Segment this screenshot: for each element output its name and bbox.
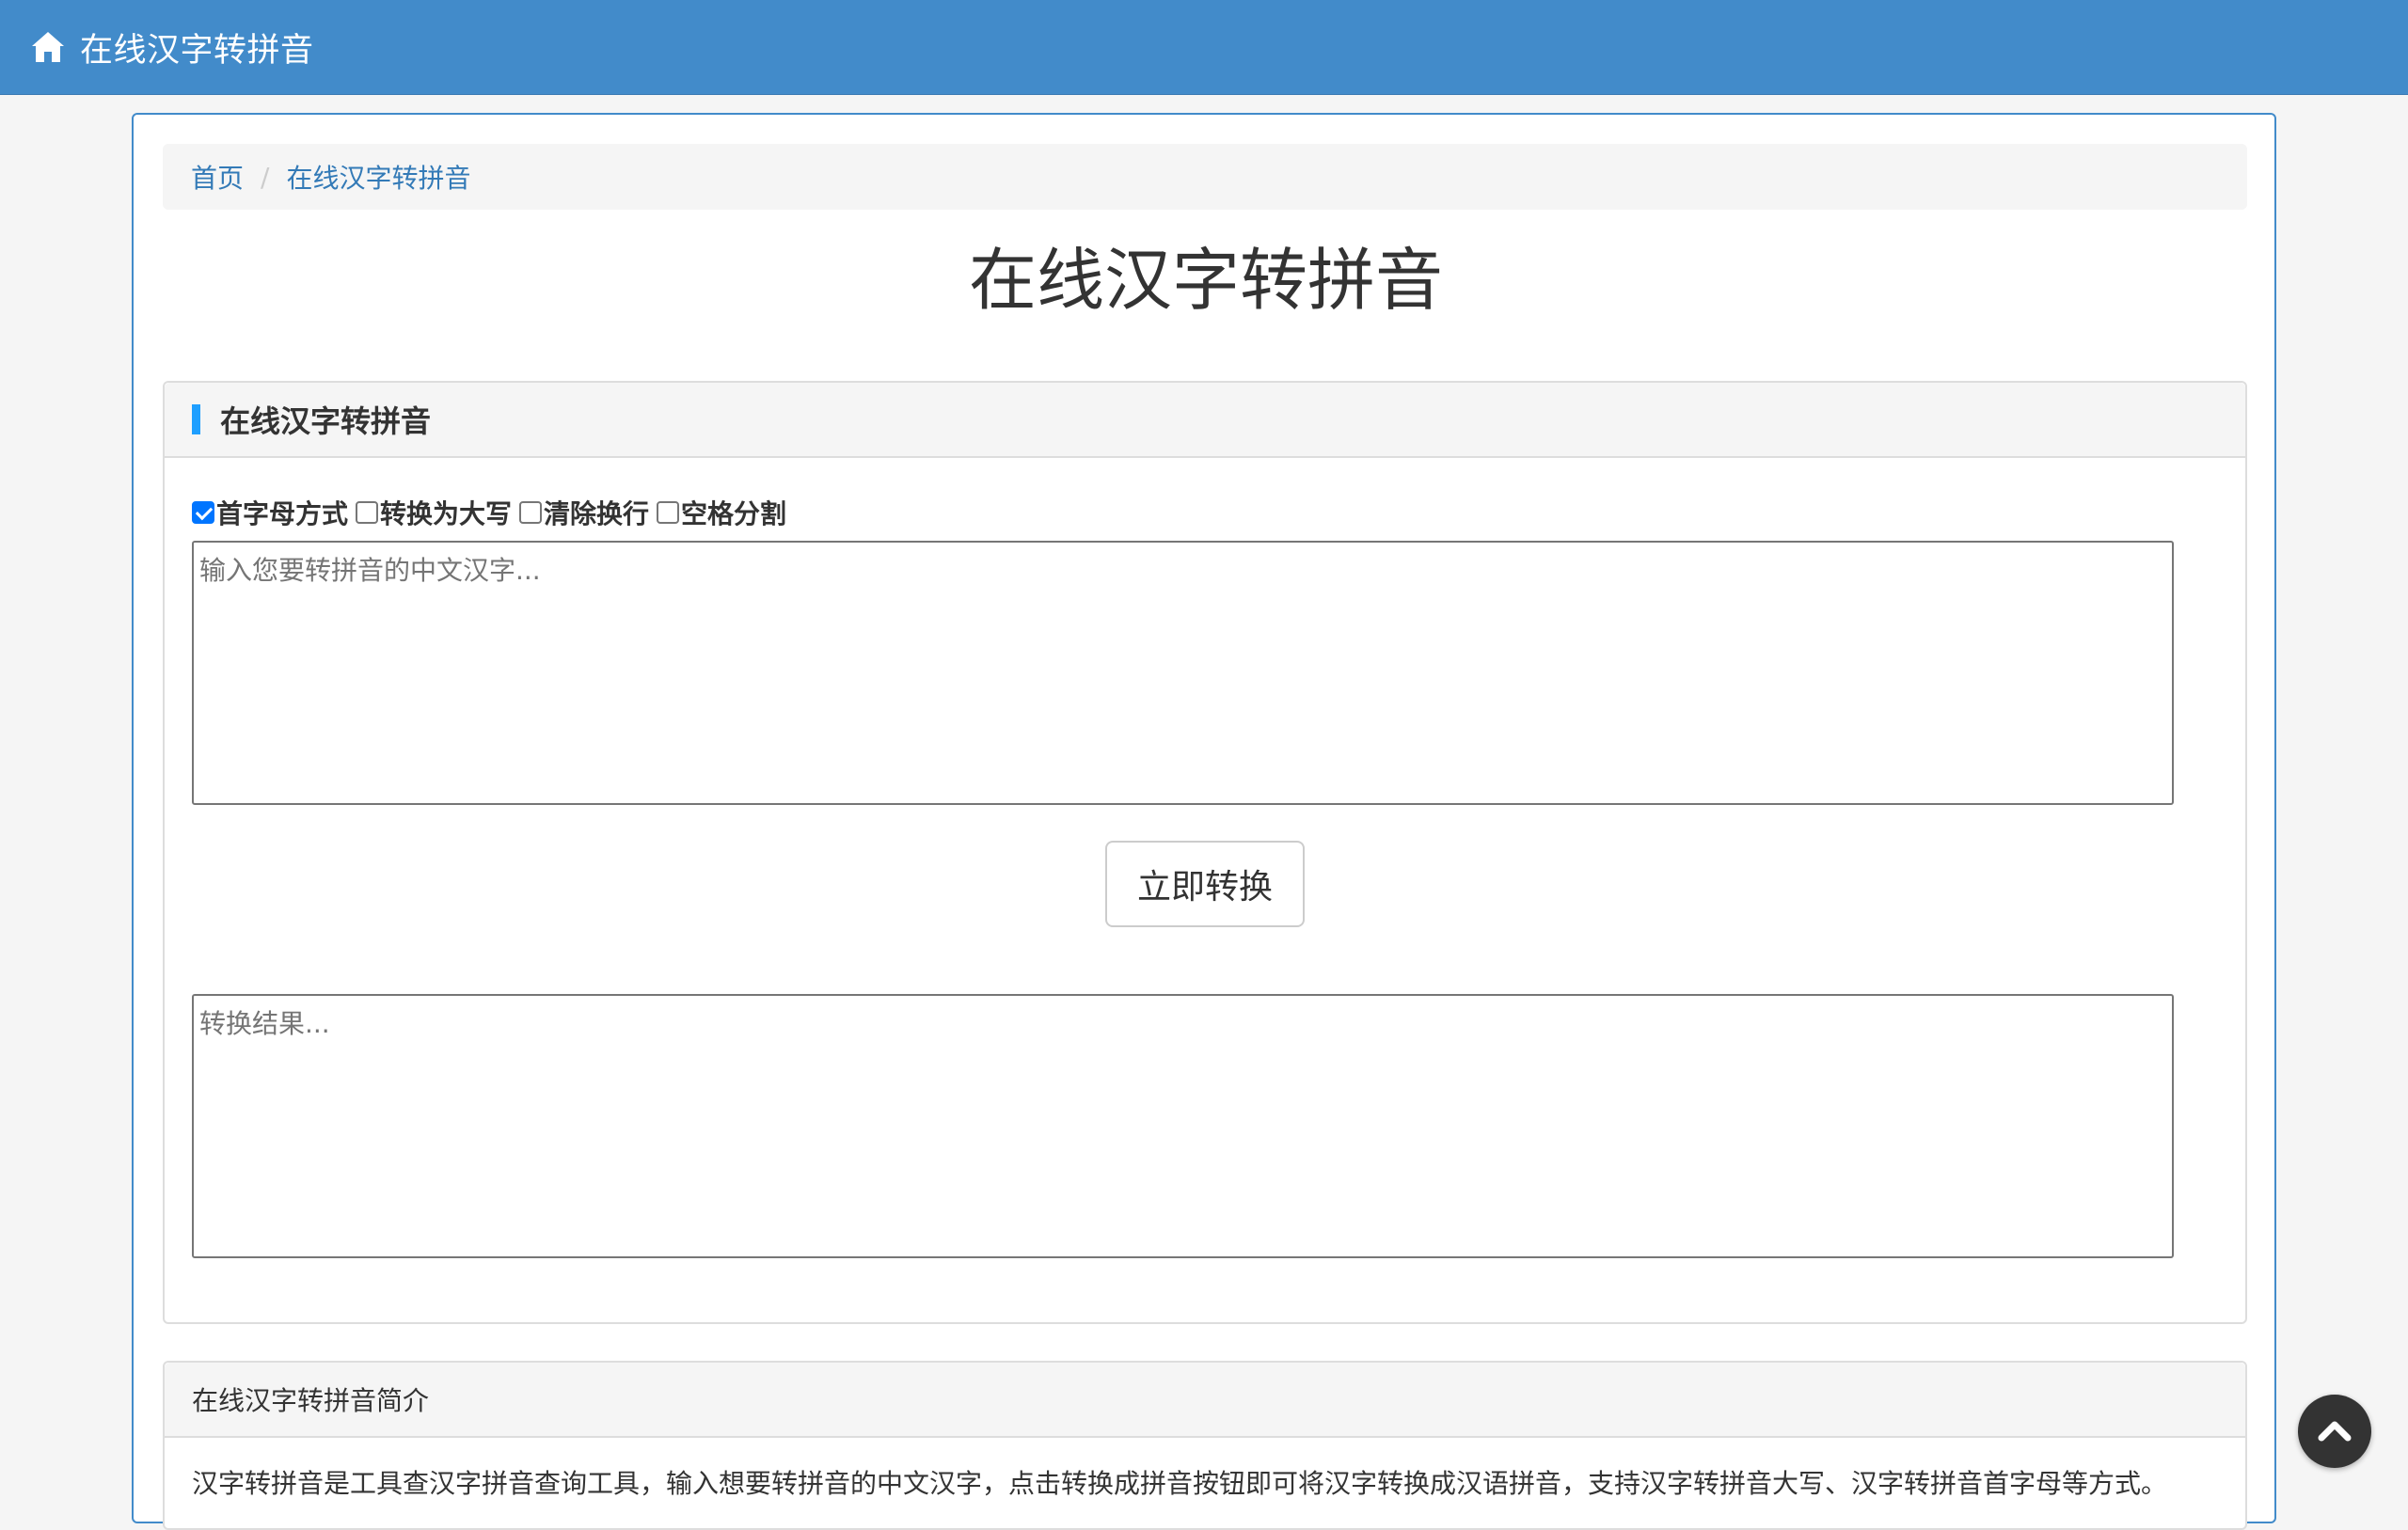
- option-initials[interactable]: 首字母方式: [192, 494, 348, 531]
- page-title: 在线汉字转拼音: [968, 241, 1443, 320]
- conversion-options: 首字母方式 转换为大写 清除换行 空格分割: [192, 494, 794, 531]
- intro-panel: 在线汉字转拼音简介 汉字转拼音是工具查汉字拼音查询工具，输入想要转拼音的中文汉字…: [163, 1361, 2247, 1530]
- option-label: 转换为大写: [380, 498, 513, 529]
- converter-panel: 在线汉字转拼音 首字母方式 转换为大写 清除换行 空格分割 立即转换: [163, 381, 2247, 1324]
- convert-button[interactable]: 立即转换: [1105, 841, 1305, 927]
- breadcrumb-separator: /: [261, 161, 270, 193]
- option-remove-newlines[interactable]: 清除换行: [519, 494, 649, 531]
- space-separate-checkbox[interactable]: [657, 501, 680, 524]
- home-icon[interactable]: [29, 28, 67, 66]
- chinese-input-textarea[interactable]: [192, 541, 2174, 805]
- converter-panel-heading: 在线汉字转拼音: [165, 383, 2245, 458]
- back-to-top-button[interactable]: [2298, 1395, 2371, 1468]
- option-label: 首字母方式: [216, 498, 349, 529]
- breadcrumb-current-link[interactable]: 在线汉字转拼音: [286, 158, 470, 196]
- remove-newlines-checkbox[interactable]: [519, 501, 543, 524]
- option-uppercase[interactable]: 转换为大写: [356, 494, 512, 531]
- intro-panel-heading: 在线汉字转拼音简介: [165, 1363, 2245, 1438]
- intro-text: 汉字转拼音是工具查汉字拼音查询工具，输入想要转拼音的中文汉字，点击转换成拼音按钮…: [192, 1468, 2168, 1499]
- accent-bar: [192, 404, 200, 434]
- chevron-up-icon: [2318, 1421, 2352, 1442]
- converter-panel-title: 在线汉字转拼音: [220, 403, 432, 439]
- uppercase-checkbox[interactable]: [356, 501, 379, 524]
- initials-checkbox[interactable]: [192, 501, 214, 524]
- main-container: 首页 / 在线汉字转拼音 在线汉字转拼音 在线汉字转拼音 首字母方式 转换为大写…: [132, 113, 2276, 1530]
- breadcrumb-home-link[interactable]: 首页: [191, 158, 244, 196]
- option-space-separate[interactable]: 空格分割: [657, 494, 786, 531]
- breadcrumb: 首页 / 在线汉字转拼音: [163, 144, 2247, 210]
- top-navbar: 在线汉字转拼音: [0, 0, 2408, 95]
- brand-title[interactable]: 在线汉字转拼音: [80, 24, 314, 71]
- option-label: 清除换行: [544, 498, 650, 529]
- result-output-textarea[interactable]: [192, 994, 2174, 1258]
- option-label: 空格分割: [681, 498, 787, 529]
